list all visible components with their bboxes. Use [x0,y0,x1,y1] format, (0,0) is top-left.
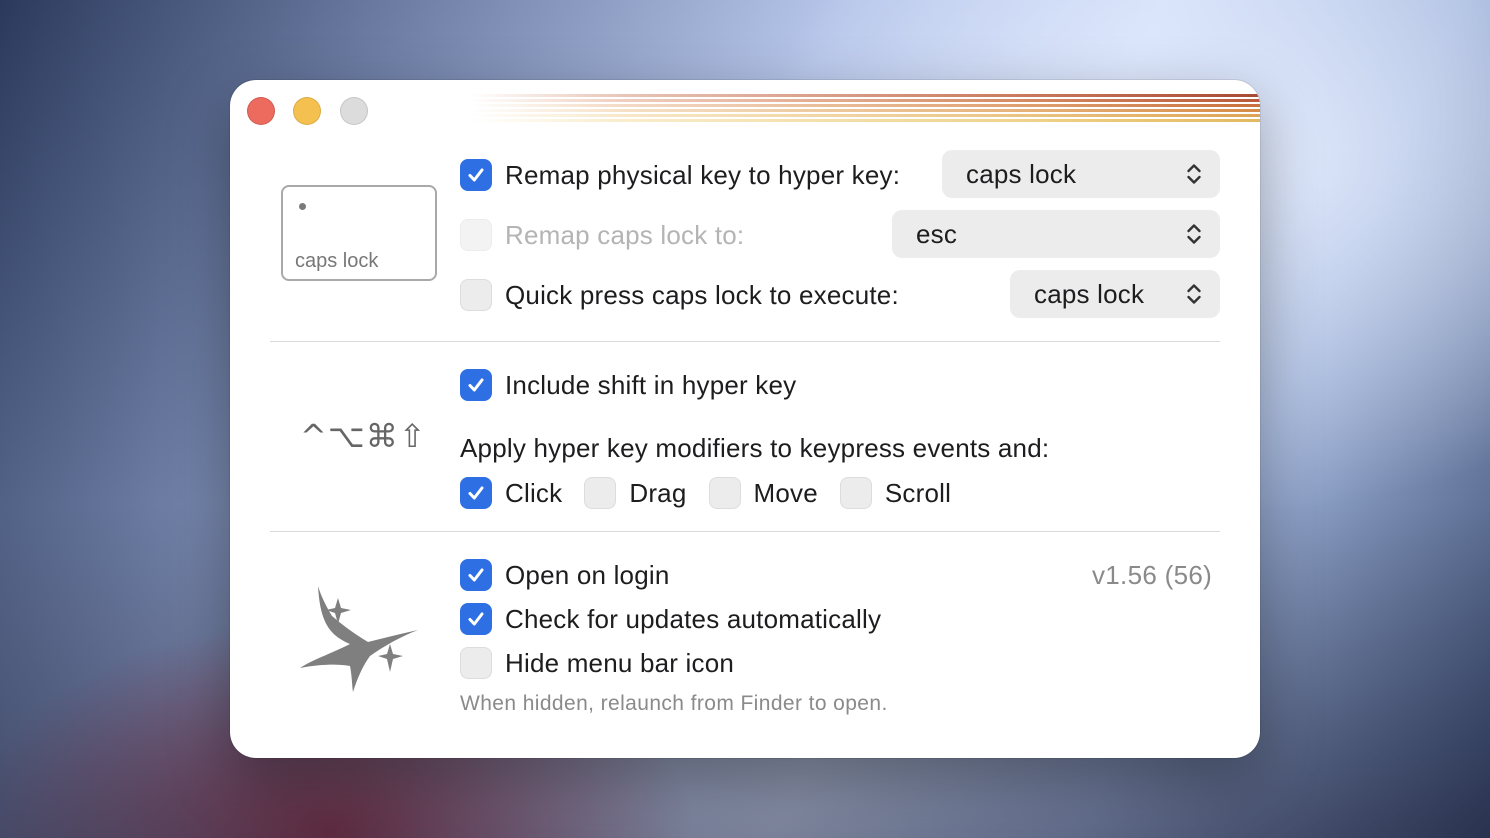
hide-menu-bar-row: Hide menu bar icon [460,647,734,679]
chevron-updown-icon [1187,284,1201,304]
scroll-label: Scroll [884,477,952,508]
check-updates-checkbox[interactable] [460,603,492,635]
close-button[interactable] [247,97,275,125]
minimize-button[interactable] [293,97,321,125]
move-checkbox[interactable] [708,477,741,509]
open-on-login-label: Open on login [505,559,670,590]
include-shift-checkbox[interactable] [460,369,492,401]
section-divider [270,531,1220,532]
open-on-login-row: Open on login [460,559,670,591]
remap-physical-key-row: Remap physical key to hyper key: [460,159,900,191]
quick-press-label: Quick press caps lock to execute: [505,279,899,310]
settings-window: caps lock Remap physical key to hyper ke… [230,80,1260,758]
checkmark-icon [468,568,484,582]
remap-caps-lock-checkbox[interactable] [460,219,492,251]
quick-press-checkbox[interactable] [460,279,492,311]
checkmark-icon [468,378,484,392]
include-shift-label: Include shift in hyper key [505,369,797,400]
include-shift-row: Include shift in hyper key [460,369,796,401]
click-checkbox[interactable] [460,477,492,509]
checkmark-icon [468,168,484,182]
version-label: v1.56 (56) [1092,560,1213,590]
title-bar-stripes [470,94,1260,126]
sparkles-icon [300,586,418,692]
quick-press-row: Quick press caps lock to execute: [460,279,899,311]
hide-menu-bar-label: Hide menu bar icon [505,647,735,678]
apply-modifiers-heading: Apply hyper key modifiers to keypress ev… [460,433,1050,463]
scroll-checkbox[interactable] [839,477,872,509]
section-divider [270,341,1220,342]
remap-caps-lock-select[interactable]: esc [892,210,1220,258]
drag-label: Drag [629,477,687,508]
remap-caps-lock-select-value: esc [916,218,958,249]
checkmark-icon [468,612,484,626]
chevron-updown-icon [1187,224,1201,244]
hide-menu-bar-checkbox[interactable] [460,647,492,679]
hyper-modifier-symbols: ^⌥⌘⇧ [300,417,427,455]
keycap-label: caps lock [295,250,379,272]
check-updates-row: Check for updates automatically [460,603,881,635]
open-on-login-checkbox[interactable] [460,559,492,591]
quick-press-select[interactable]: caps lock [1010,270,1220,318]
chevron-updown-icon [1187,164,1201,184]
checkmark-icon [468,486,484,500]
drag-checkbox[interactable] [584,477,617,509]
hidden-icon-note: When hidden, relaunch from Finder to ope… [460,692,888,715]
check-updates-label: Check for updates automatically [505,603,882,634]
zoom-button[interactable] [340,97,368,125]
quick-press-select-value: caps lock [1034,278,1145,309]
event-options-row: Click Drag Move Scroll [460,477,951,509]
move-label: Move [753,477,818,508]
caps-lock-keycap-icon: caps lock [281,185,437,281]
remap-physical-key-checkbox[interactable] [460,159,492,191]
remap-caps-lock-label: Remap caps lock to: [505,219,745,250]
remap-caps-lock-row: Remap caps lock to: [460,219,744,251]
remap-physical-key-label: Remap physical key to hyper key: [505,159,901,190]
click-label: Click [505,477,563,508]
hyper-key-select-value: caps lock [966,158,1077,189]
hyper-key-select[interactable]: caps lock [942,150,1220,198]
keycap-led-dot [299,203,306,210]
